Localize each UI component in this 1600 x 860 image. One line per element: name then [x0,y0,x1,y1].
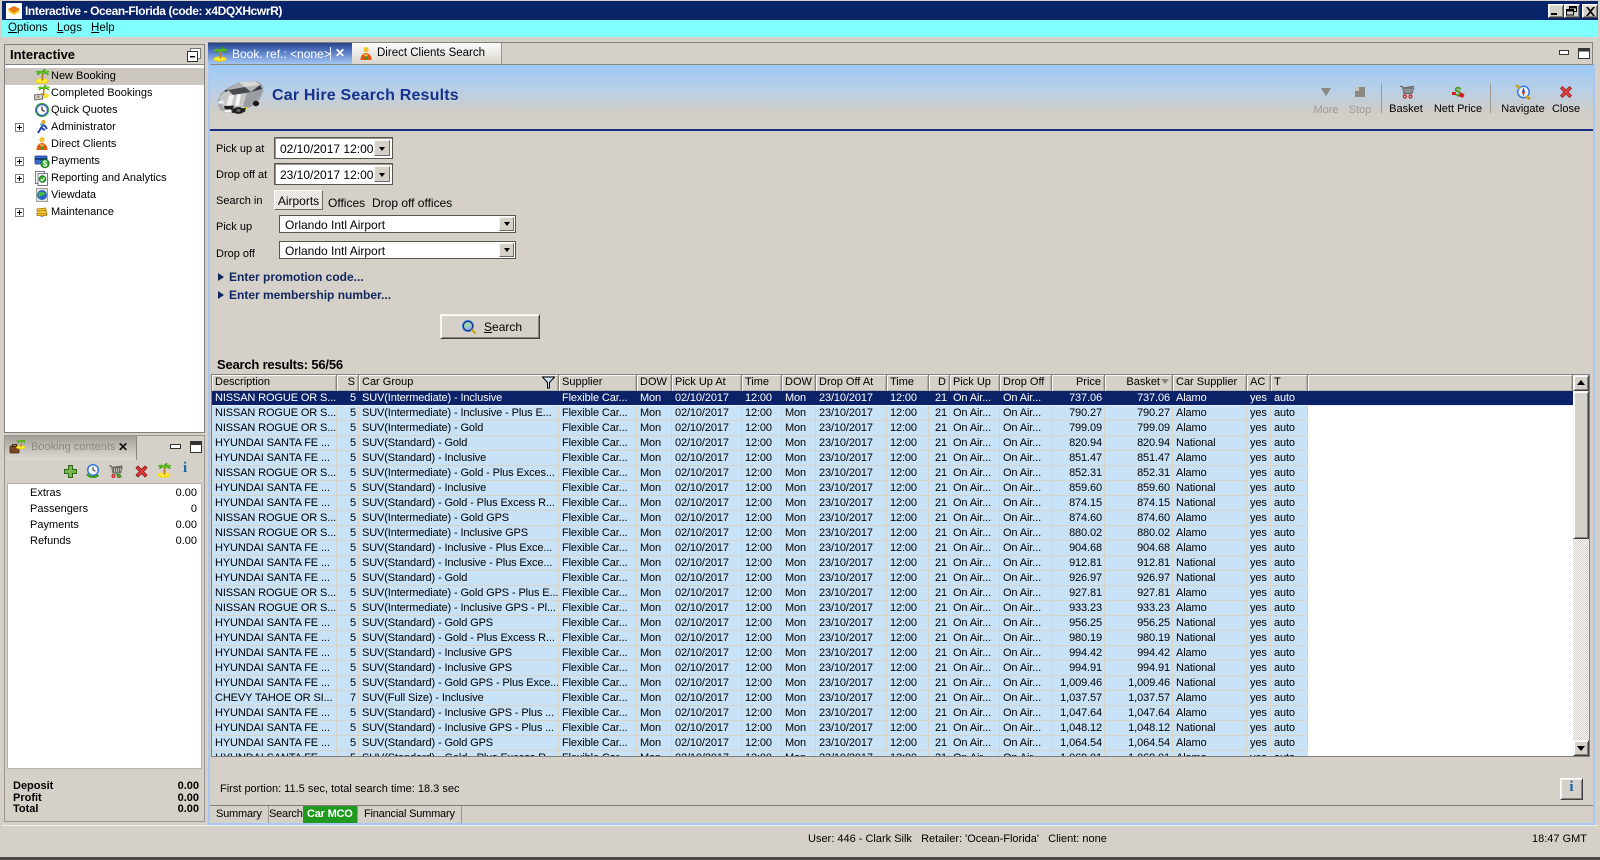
svg-text:$: $ [43,159,48,168]
